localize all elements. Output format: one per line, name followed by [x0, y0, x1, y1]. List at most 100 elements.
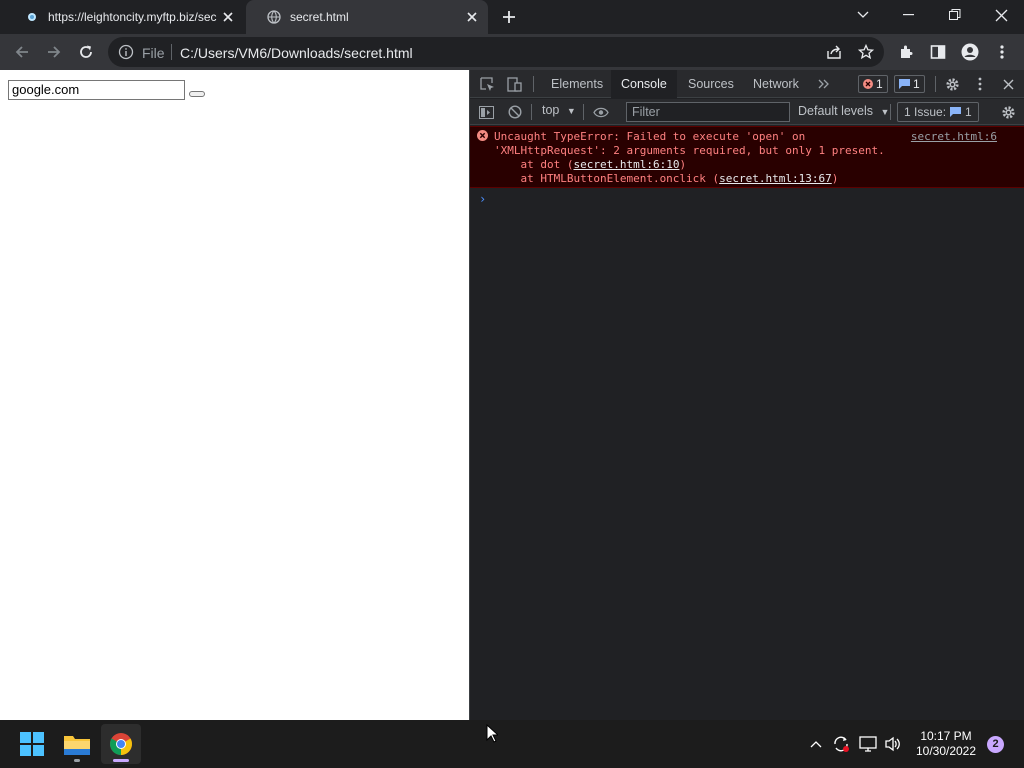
issues-label: 1 Issue:	[904, 105, 947, 119]
issues-count: 1	[965, 105, 972, 119]
address-bar[interactable]: File C:/Users/VM6/Downloads/secret.html	[108, 37, 884, 67]
network-icon[interactable]	[858, 734, 878, 754]
console-settings-gear-icon[interactable]	[998, 102, 1018, 122]
clock-date: 10/30/2022	[915, 744, 977, 758]
console-filter-bar: top ▼ Filter Default levels ▼ 1 Issue: 1	[470, 99, 1024, 125]
more-tabs-chevron-icon[interactable]	[814, 74, 834, 94]
taskbar-clock[interactable]: 10:17 PM 10/30/2022	[914, 729, 978, 759]
divider	[531, 104, 532, 120]
url-text[interactable]: C:/Users/VM6/Downloads/secret.html	[180, 45, 413, 61]
divider	[533, 76, 534, 92]
tab-leightoncity[interactable]: https://leightoncity.myftp.biz/sec	[4, 0, 244, 34]
browser-toolbar: File C:/Users/VM6/Downloads/secret.html	[0, 34, 1024, 70]
stack-frame: at dot (secret.html:6:10)	[494, 158, 686, 171]
globe-icon	[266, 9, 282, 25]
sync-alert-icon[interactable]	[831, 734, 851, 754]
error-icon	[863, 79, 873, 89]
restore-button[interactable]	[940, 2, 970, 28]
back-button[interactable]	[8, 38, 36, 66]
stack-frame-prefix: at dot (	[494, 158, 574, 171]
console-prompt[interactable]: ›	[479, 192, 486, 206]
tab-secret-html[interactable]: secret.html	[246, 0, 488, 34]
notification-count-badge[interactable]: 2	[987, 736, 1004, 753]
active-indicator	[113, 759, 129, 762]
stack-frame: at HTMLButtonElement.onclick (secret.htm…	[494, 172, 838, 185]
stack-frame-suffix: )	[679, 158, 687, 171]
error-icon	[477, 130, 488, 141]
windows-taskbar: 10:17 PM 10/30/2022 2	[0, 720, 1024, 768]
dropdown-triangle-icon: ▼	[880, 107, 890, 117]
stack-frame-prefix: at HTMLButtonElement.onclick (	[494, 172, 720, 185]
file-explorer-icon[interactable]	[57, 724, 97, 764]
side-panel-icon[interactable]	[924, 38, 952, 66]
running-indicator	[74, 759, 80, 762]
tab-title: secret.html	[290, 10, 349, 24]
error-text-line: Uncaught TypeError: Failed to execute 'o…	[494, 130, 806, 143]
extensions-icon[interactable]	[892, 38, 920, 66]
console-filter-input[interactable]: Filter	[626, 102, 790, 122]
mouse-cursor-icon	[486, 724, 498, 743]
console-error-message: Uncaught TypeError: Failed to execute 'o…	[470, 126, 1024, 188]
tab-title: https://leightoncity.myftp.biz/sec	[48, 10, 217, 24]
context-select[interactable]: top ▼	[542, 103, 576, 117]
close-window-button[interactable]	[986, 2, 1016, 28]
tab-elements[interactable]: Elements	[541, 70, 613, 98]
volume-icon[interactable]	[883, 734, 903, 754]
source-link[interactable]: secret.html:13:67	[719, 172, 832, 185]
info-icon[interactable]	[118, 44, 134, 60]
levels-label: Default levels	[798, 104, 874, 118]
bookmark-star-icon[interactable]	[852, 38, 880, 66]
close-devtools-icon[interactable]	[998, 74, 1018, 94]
tab-close-icon[interactable]	[218, 7, 238, 27]
message-count: 1	[913, 77, 920, 91]
url-text-input[interactable]: google.com	[8, 80, 185, 100]
share-icon[interactable]	[820, 38, 848, 66]
divider	[935, 76, 936, 92]
scheme-label: File	[142, 45, 165, 61]
error-count-badge[interactable]: 1	[858, 75, 888, 93]
divider	[171, 44, 172, 60]
error-source-link[interactable]: secret.html:6	[911, 130, 997, 143]
device-toolbar-icon[interactable]	[504, 74, 524, 94]
tab-close-icon[interactable]	[462, 7, 482, 27]
settings-gear-icon[interactable]	[942, 74, 962, 94]
message-count-badge[interactable]: 1	[894, 75, 925, 93]
profile-avatar-icon[interactable]	[956, 38, 984, 66]
source-link[interactable]: secret.html:6:10	[573, 158, 679, 171]
context-value: top	[542, 103, 560, 117]
log-levels-dropdown[interactable]: Default levels ▼	[798, 104, 889, 118]
inspect-element-icon[interactable]	[477, 74, 497, 94]
forward-button[interactable]	[40, 38, 68, 66]
show-hidden-icons-chevron-icon[interactable]	[806, 734, 826, 754]
minimize-button[interactable]	[894, 2, 924, 28]
tab-network[interactable]: Network	[743, 70, 809, 98]
divider	[890, 104, 891, 120]
site-favicon-icon	[24, 9, 40, 25]
chrome-taskbar-icon[interactable]	[101, 724, 141, 764]
sidebar-toggle-icon[interactable]	[476, 102, 496, 122]
dropdown-triangle-icon: ▼	[566, 106, 576, 116]
devtools-tab-bar: Elements Console Sources Network 1 1	[470, 70, 1024, 98]
tab-strip: https://leightoncity.myftp.biz/sec secre…	[0, 0, 1024, 34]
live-expression-eye-icon[interactable]	[591, 102, 611, 122]
devtools-menu-icon[interactable]	[970, 74, 990, 94]
page-viewport: google.com	[0, 70, 469, 720]
message-icon	[899, 79, 910, 89]
devtools-panel: Elements Console Sources Network 1 1 top…	[469, 70, 1024, 720]
issues-button[interactable]: 1 Issue: 1	[897, 102, 979, 122]
reload-button[interactable]	[72, 38, 100, 66]
stack-frame-suffix: )	[831, 172, 839, 185]
new-tab-button[interactable]	[498, 6, 520, 28]
tab-search-chevron-icon[interactable]	[848, 2, 878, 28]
issue-message-icon	[950, 107, 962, 117]
divider	[583, 104, 584, 120]
start-windows-icon[interactable]	[12, 724, 52, 764]
chrome-menu-icon[interactable]	[988, 38, 1016, 66]
error-count: 1	[876, 77, 883, 91]
clock-time: 10:17 PM	[920, 729, 972, 743]
clear-console-icon[interactable]	[505, 102, 525, 122]
submit-button[interactable]	[189, 91, 205, 97]
error-text-line: 'XMLHttpRequest': 2 arguments required, …	[494, 144, 885, 157]
tab-sources[interactable]: Sources	[678, 70, 744, 98]
tab-console[interactable]: Console	[611, 70, 677, 98]
